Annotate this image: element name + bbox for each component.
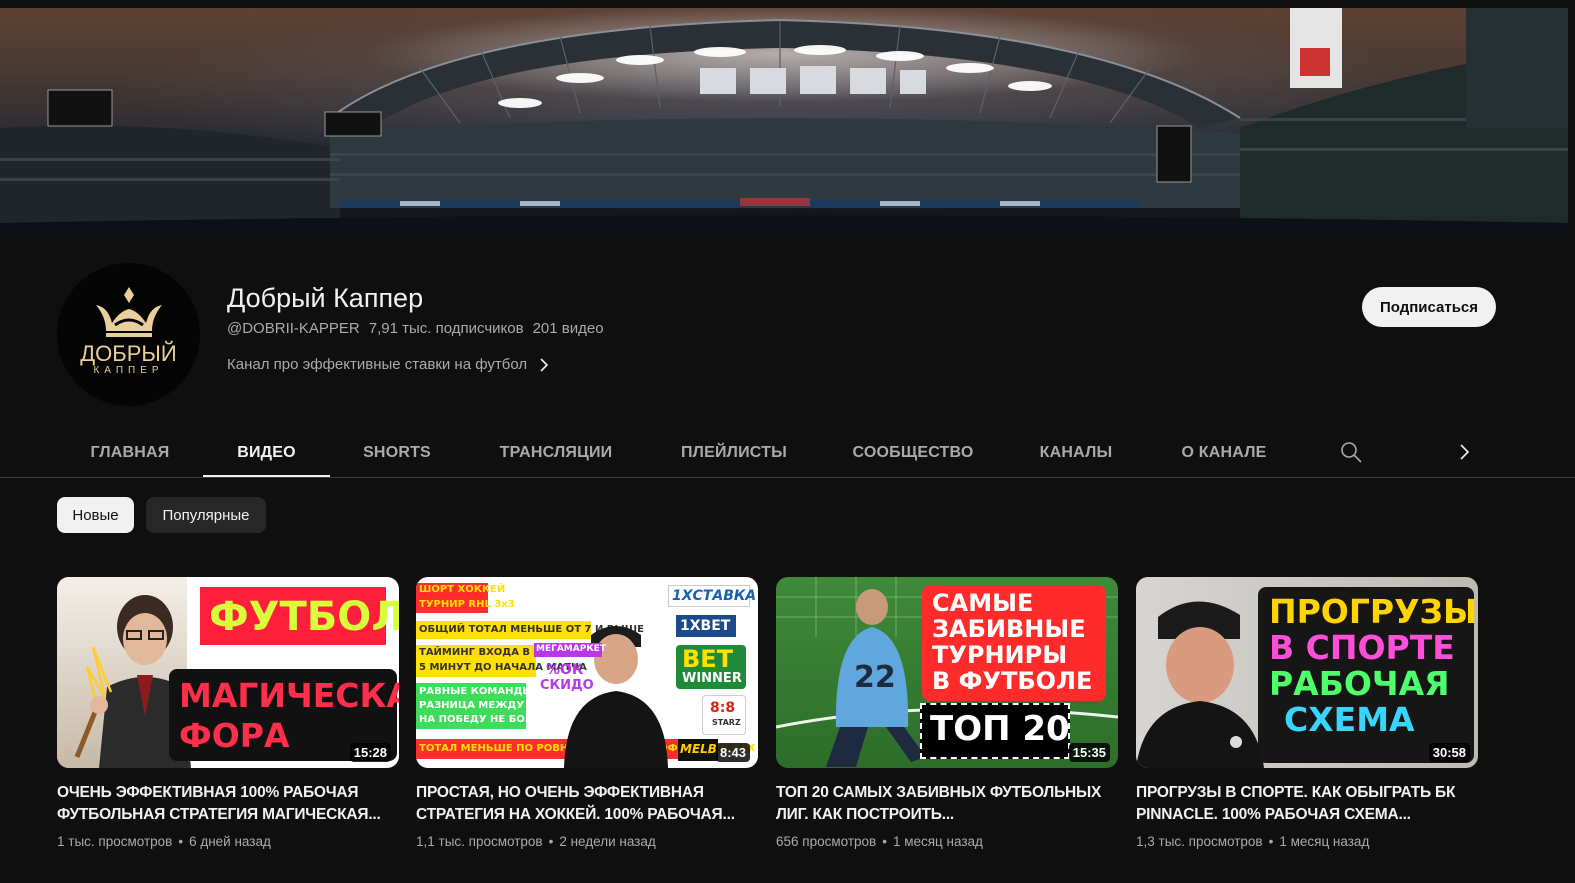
video-duration: 30:58 [1428,743,1470,762]
chevron-right-icon[interactable] [1457,443,1471,461]
video-meta: 1,1 тыс. просмотров • 2 недели назад [416,834,758,849]
chip-newest[interactable]: Новые [57,497,134,533]
video-title[interactable]: ТОП 20 САМЫХ ЗАБИВНЫХ ФУТБОЛЬНЫХ ЛИГ. КА… [776,782,1116,826]
view-count: 1,3 тыс. просмотров [1136,834,1263,849]
upload-age: 2 недели назад [559,834,656,849]
channel-meta: @DOBRII-KAPPER 7,91 тыс. подписчиков 201… [227,320,604,337]
video-duration: 15:35 [1068,743,1110,762]
channel-description-text: Канал про эффективные ставки на футбол [227,356,528,373]
video-thumbnail[interactable]: ПРОГРУЗЫ В СПОРТЕ РАБОЧАЯ СХЕМА 30:58 [1136,577,1478,768]
brand-88: 8:8 [710,700,736,716]
meta-separator: • [882,834,887,849]
upload-age: 6 дней назад [189,834,271,849]
meta-separator: • [548,834,554,849]
chip-popular[interactable]: Популярные [146,497,266,533]
brand-skido: СКИДО [540,678,594,693]
upload-age: 1 месяц назад [1279,834,1370,849]
tab-videos[interactable]: ВИДЕО [203,428,330,478]
video-thumbnail[interactable]: 22 САМЫЕ ЗАБИВНЫЕ ТУРНИРЫ В ФУТБОЛЕ ТОП … [776,577,1118,768]
thumb-line-1: ПРОГРУЗЫ [1269,592,1478,631]
brand-1xbet: 1XBET [680,618,731,634]
video-title[interactable]: ПРОСТАЯ, НО ОЧЕНЬ ЭФФЕКТИВНАЯ СТРАТЕГИЯ … [416,782,756,826]
video-meta: 1,3 тыс. просмотров • 1 месяц назад [1136,834,1478,849]
search-icon[interactable] [1340,441,1362,463]
tab-community[interactable]: СООБЩЕСТВО [843,428,983,478]
video-meta: 1 тыс. просмотров • 6 дней назад [57,834,399,849]
thumb-line-1: САМЫЕ [932,589,1034,617]
avatar-subtitle: КАППЕР [93,364,164,376]
video-card[interactable]: 22 САМЫЕ ЗАБИВНЫЕ ТУРНИРЫ В ФУТБОЛЕ ТОП … [776,577,1118,849]
tab-home[interactable]: ГЛАВНАЯ [57,428,203,478]
thumb-badge: ТОП 20 [930,709,1070,749]
thumb-line-4: В ФУТБОЛЕ [932,667,1093,695]
thumb-list-5: РАВНЫЕ КОМАНДЫ [419,686,533,697]
channel-tabs: ГЛАВНАЯ ВИДЕО SHORTS ТРАНСЛЯЦИИ ПЛЕЙЛИСТ… [57,428,1497,478]
svg-text:22: 22 [854,660,896,695]
video-title[interactable]: ПРОГРУЗЫ В СПОРТЕ. КАК ОБЫГРАТЬ БК PINNA… [1136,782,1476,826]
subscriber-count: 7,91 тыс. подписчиков [368,320,524,337]
thumb-line-4: СХЕМА [1284,700,1415,739]
meta-separator: • [1268,834,1274,849]
view-count: 1 тыс. просмотров [57,834,173,849]
brand-ok: %ОК [546,662,584,678]
thumb-line-2: В СПОРТЕ [1269,628,1455,667]
channel-name: Добрый Каппер [227,283,424,313]
channel-page: ДОБРЫЙ КАППЕР Добрый Каппер @DOBRII-KAPP… [0,0,1575,883]
brand-1xstavka: 1XСТАВКА [672,588,757,604]
avatar-title: ДОБРЫЙ [80,340,177,366]
tab-channels[interactable]: КАНАЛЫ [1029,428,1123,478]
crown-icon [95,286,162,337]
brand-megamarket: МЕГАМАРКЕТ [536,644,606,654]
video-thumbnail[interactable]: ШОРТ ХОККЕЙ ТУРНИР RHL 3x3 ОБЩИЙ ТОТАЛ М… [416,577,758,768]
video-title[interactable]: ОЧЕНЬ ЭФФЕКТИВНАЯ 100% РАБОЧАЯ ФУТБОЛЬНА… [57,782,397,826]
tabs-divider [0,477,1575,478]
stadium-illustration [0,8,1568,237]
chevron-right-icon [540,357,549,372]
channel-description[interactable]: Канал про эффективные ставки на футбол [227,356,549,373]
tab-shorts[interactable]: SHORTS [347,428,447,478]
thumb-list-0: ШОРТ ХОККЕЙ [419,584,506,595]
thumb-line-2: МАГИЧЕСКАЯ [179,676,399,715]
channel-avatar[interactable]: ДОБРЫЙ КАППЕР [57,263,200,406]
tab-about[interactable]: О КАНАЛЕ [1169,428,1279,478]
video-thumbnail[interactable]: ФУТБОЛ МАГИЧЕСКАЯ ФОРА 15:28 [57,577,399,768]
video-duration: 15:28 [349,743,391,762]
thumb-list-1: ТУРНИР RHL 3x3 [419,599,515,610]
video-duration: 8:43 [715,743,750,762]
subscribe-button[interactable]: Подписаться [1362,287,1496,327]
tab-playlists[interactable]: ПЛЕЙЛИСТЫ [669,428,799,478]
thumb-line-3: ФОРА [179,716,290,755]
brand-starz: STARZ [712,718,741,727]
tab-live[interactable]: ТРАНСЛЯЦИИ [487,428,625,478]
top-strip [0,0,1575,8]
video-meta: 656 просмотров • 1 месяц назад [776,834,1118,849]
thumb-line-3: РАБОЧАЯ [1269,664,1450,703]
brand-bet: BET [682,645,734,673]
view-count: 656 просмотров [776,834,877,849]
thumb-line-3: ТУРНИРЫ [932,641,1068,669]
meta-separator: • [178,834,184,849]
video-card[interactable]: ПРОГРУЗЫ В СПОРТЕ РАБОЧАЯ СХЕМА 30:58 ПР… [1136,577,1478,849]
channel-banner [0,8,1568,237]
channel-handle[interactable]: @DOBRII-KAPPER [227,320,360,337]
view-count: 1,1 тыс. просмотров [416,834,543,849]
presenter-figure [1136,601,1264,768]
thumb-line-1: ФУТБОЛ [209,594,399,640]
video-card[interactable]: ФУТБОЛ МАГИЧЕСКАЯ ФОРА 15:28 ОЧЕНЬ ЭФФЕК… [57,577,399,849]
brand-winner: WINNER [682,671,742,686]
video-count: 201 видео [532,320,604,337]
upload-age: 1 месяц назад [892,834,983,849]
thumb-line-2: ЗАБИВНЫЕ [932,615,1086,643]
video-card[interactable]: ШОРТ ХОККЕЙ ТУРНИР RHL 3x3 ОБЩИЙ ТОТАЛ М… [416,577,758,849]
